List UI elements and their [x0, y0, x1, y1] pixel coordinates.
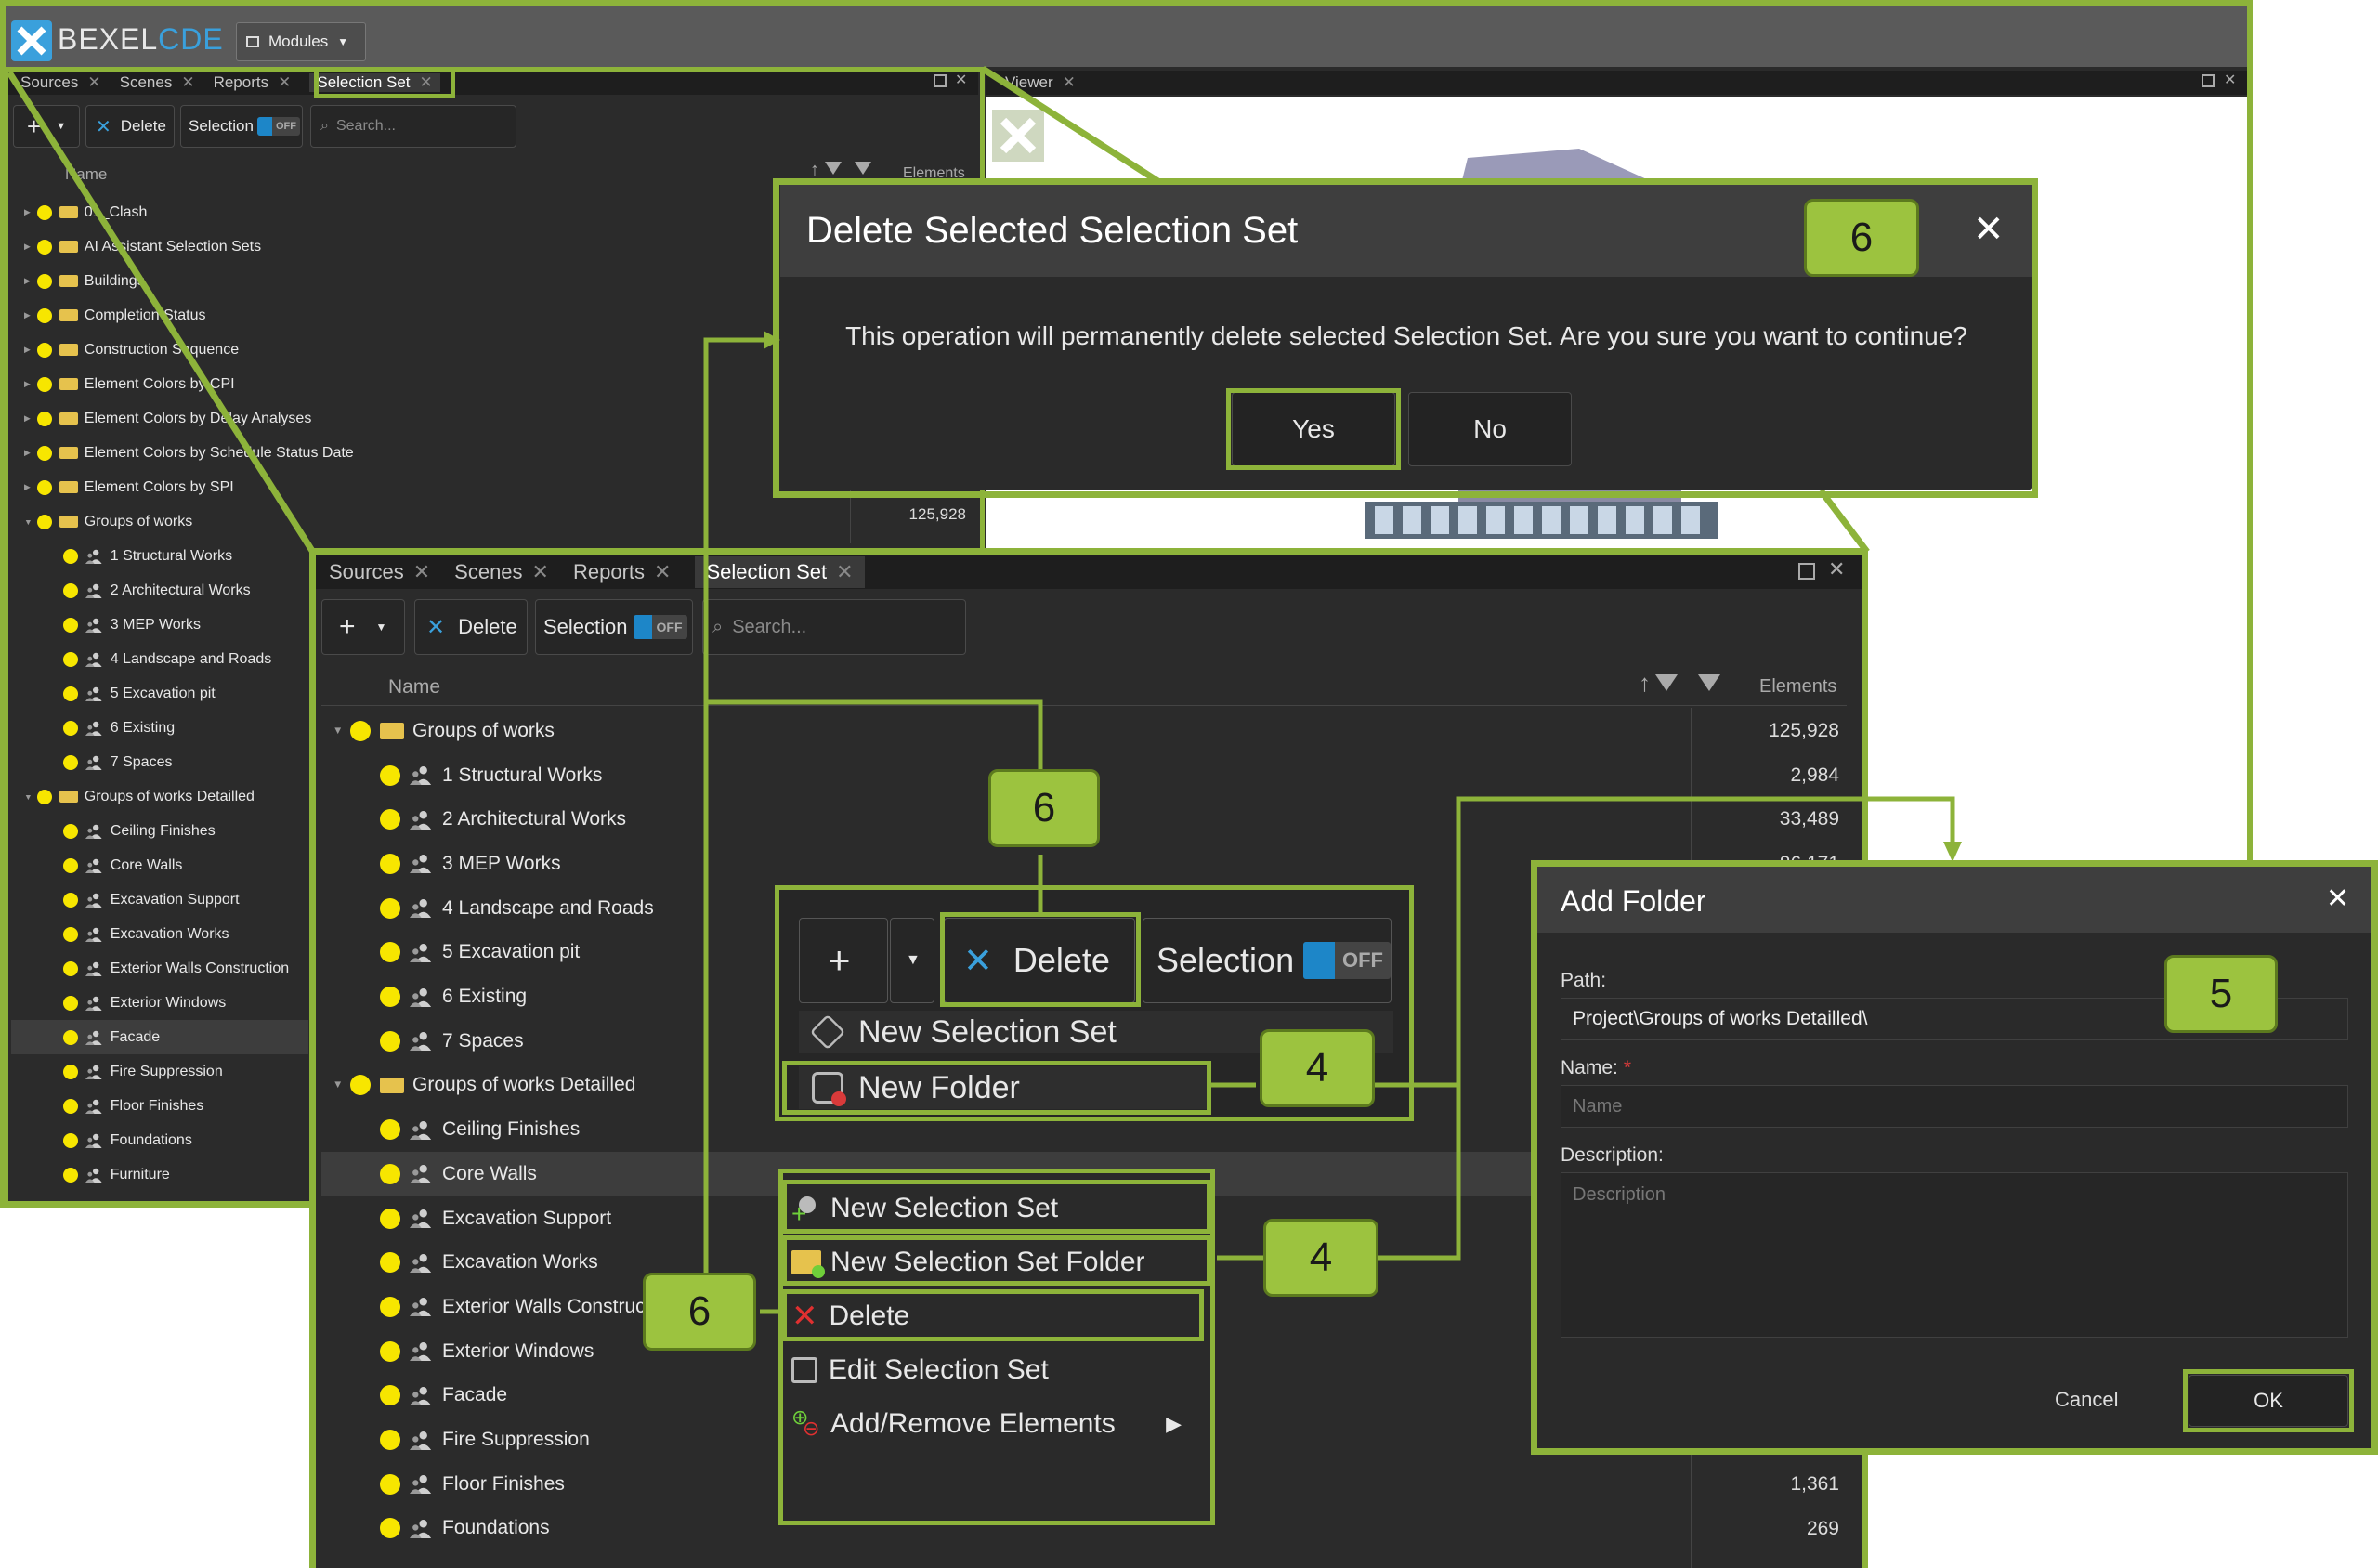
- highlight-menu-delete: [782, 1289, 1204, 1341]
- highlight-menu-new-folder: [782, 1235, 1211, 1286]
- step-callout-add-folder: 5: [2164, 955, 2278, 1033]
- step-callout-context-delete: 6: [643, 1273, 756, 1351]
- step-callout-dialog: 6: [1804, 199, 1919, 277]
- tutorial-composite: BEXELCDE Modules ▼ Sources ✕ Scenes ✕ Repo…: [0, 0, 2378, 1568]
- highlight-ok-button: [2183, 1369, 2354, 1432]
- highlight-yes-button: [1226, 388, 1401, 470]
- step-callout-context-new-folder: 4: [1263, 1219, 1378, 1297]
- highlight-toolbar-delete: [940, 912, 1141, 1007]
- highlight-selection-set-tab: [314, 67, 455, 98]
- highlight-new-folder: [782, 1061, 1211, 1115]
- highlight-add-folder-dialog: [1531, 860, 2378, 1455]
- step-callout-toolbar-delete: 6: [988, 769, 1100, 847]
- step-callout-new-folder: 4: [1260, 1029, 1375, 1107]
- highlight-menu-new-selection-set: [782, 1180, 1211, 1234]
